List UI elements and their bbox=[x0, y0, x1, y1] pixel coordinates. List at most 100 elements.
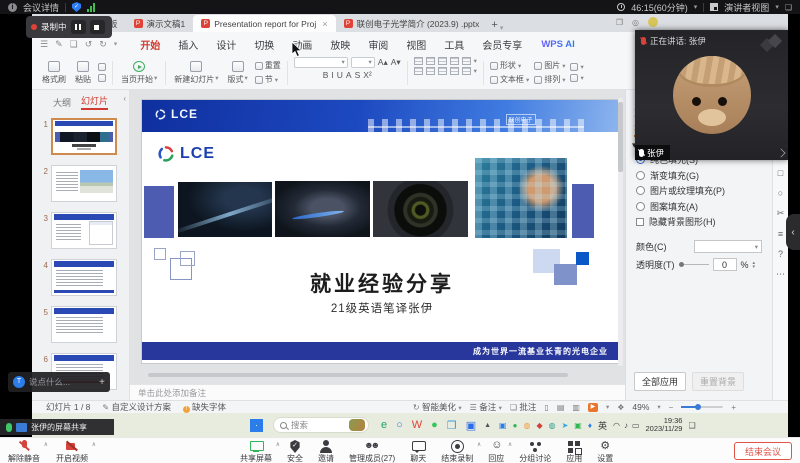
slide-thumbnail[interactable]: 1 bbox=[40, 118, 125, 155]
redo-icon[interactable]: ↻ bbox=[99, 39, 107, 50]
copy-icon[interactable] bbox=[98, 74, 106, 82]
stop-recording-button[interactable] bbox=[90, 20, 105, 34]
increase-font-icon[interactable]: A▴ bbox=[378, 57, 388, 68]
ribbon-tab-审阅[interactable]: 审阅 bbox=[359, 34, 397, 55]
checkbox-icon[interactable] bbox=[636, 218, 644, 226]
play-from-current-button[interactable]: 当页开始▾ bbox=[119, 61, 159, 85]
spinner-icon[interactable]: ▴▾ bbox=[753, 261, 756, 269]
color-select[interactable]: ▾ bbox=[694, 240, 762, 253]
security-shield-icon[interactable]: ✓ bbox=[72, 2, 81, 12]
volume-icon[interactable]: ♪ bbox=[624, 421, 628, 430]
vertical-scrollbar[interactable] bbox=[618, 98, 623, 366]
shapes-button[interactable]: 形状▾ bbox=[490, 60, 529, 71]
notes-button[interactable]: ☰ 备注 ▾ bbox=[470, 401, 502, 413]
slide-thumbnail[interactable]: 2 bbox=[40, 165, 125, 202]
account-avatar[interactable] bbox=[648, 17, 658, 27]
timer-dropdown-icon[interactable]: ▾ bbox=[694, 3, 698, 11]
meeting-apps-button[interactable]: 应用 bbox=[566, 440, 582, 463]
decrease-font-icon[interactable]: A▾ bbox=[391, 57, 401, 68]
save-icon[interactable]: ✎ bbox=[55, 39, 63, 50]
input-method-indicator[interactable]: 英 bbox=[598, 419, 607, 432]
meeting-cam-off-button[interactable]: ∧开启视频 bbox=[56, 440, 88, 463]
justify-icon[interactable] bbox=[450, 67, 459, 75]
meeting-gear-button[interactable]: 设置 bbox=[597, 440, 613, 463]
cut-icon[interactable] bbox=[98, 63, 106, 71]
arrange-button[interactable]: 排列▾ bbox=[534, 74, 565, 85]
view-mode-select[interactable]: 演讲者视图 bbox=[724, 1, 769, 14]
slideshow-dropdown-icon[interactable]: ▾ bbox=[606, 403, 609, 411]
font-style-button[interactable]: U bbox=[337, 70, 343, 80]
columns-icon[interactable] bbox=[462, 67, 471, 75]
fit-window-icon[interactable]: ❖ bbox=[617, 403, 624, 412]
taskbar-app-icon[interactable]: ○ bbox=[396, 419, 403, 431]
align-left-icon[interactable] bbox=[414, 67, 423, 75]
sorter-view-icon[interactable]: ▤ bbox=[557, 403, 565, 412]
meeting-chat-button[interactable]: 聊天 bbox=[410, 440, 426, 463]
panel-strip-icon-6[interactable]: ⋯ bbox=[776, 269, 785, 280]
notes-bar[interactable]: 单击此处添加备注 bbox=[130, 384, 625, 400]
slide-subtitle[interactable]: 21级英语笔译张伊 bbox=[142, 300, 622, 316]
ribbon-tab-开始[interactable]: 开始 bbox=[131, 34, 169, 55]
ribbon-tab-工具[interactable]: 工具 bbox=[435, 34, 473, 55]
slide-thumbnail[interactable]: 4 bbox=[40, 259, 125, 296]
document-tab[interactable]: PPresentation report for Proj× bbox=[193, 15, 335, 32]
zoom-slider[interactable] bbox=[681, 406, 723, 408]
layout-button[interactable]: 版式▾ bbox=[226, 61, 250, 85]
tab-list-dropdown-icon[interactable]: ▾ bbox=[500, 24, 504, 32]
tab-slides[interactable]: 幻灯片 bbox=[81, 94, 108, 110]
menu-icon[interactable]: ☰ bbox=[40, 39, 48, 50]
ribbon-tab-切换[interactable]: 切换 bbox=[245, 34, 283, 55]
meeting-record-button[interactable]: ∧结束录制 bbox=[441, 440, 473, 463]
qa-dropdown-icon[interactable]: ▾ bbox=[114, 40, 118, 48]
indent-icon[interactable] bbox=[450, 57, 459, 65]
fill-color-button[interactable]: ▾ bbox=[570, 63, 583, 71]
panel-strip-icon-2[interactable]: ○ bbox=[778, 188, 783, 198]
wifi-icon[interactable]: ◠ bbox=[613, 421, 620, 430]
meeting-share-screen-button[interactable]: ∧共享屏幕 bbox=[240, 440, 272, 463]
slideshow-button[interactable]: ▶ bbox=[588, 403, 598, 412]
design-scheme-button[interactable]: ✎ 自定义设计方案 bbox=[102, 401, 171, 413]
chat-input-placeholder[interactable]: 说点什么... bbox=[29, 376, 95, 388]
ribbon-tab-视图[interactable]: 视图 bbox=[397, 34, 435, 55]
font-size-select[interactable]: ▾ bbox=[351, 57, 375, 68]
tray-icon[interactable]: ◍ bbox=[523, 421, 530, 430]
slide-title[interactable]: 就业经验分享 bbox=[142, 268, 622, 298]
taskbar-app-icon[interactable]: ● bbox=[431, 419, 438, 431]
resize-handle[interactable] bbox=[776, 148, 785, 157]
font-style-button[interactable]: I bbox=[331, 70, 333, 80]
split-view-icon[interactable]: ❐ bbox=[616, 18, 623, 27]
slide-thumbnail[interactable]: 5 bbox=[40, 306, 125, 343]
collapse-panel-icon[interactable]: ‹ bbox=[123, 94, 126, 103]
line-spacing-icon[interactable] bbox=[462, 57, 471, 65]
meeting-details-link[interactable]: 会议详情 bbox=[23, 1, 59, 14]
align-right-icon[interactable] bbox=[438, 67, 447, 75]
slide-thumbnail[interactable]: 3 bbox=[40, 212, 125, 249]
outdent-icon[interactable] bbox=[438, 57, 447, 65]
chevron-up-icon[interactable]: ∧ bbox=[44, 441, 48, 448]
tray-icon[interactable]: ◍ bbox=[549, 421, 556, 430]
radio-icon[interactable] bbox=[636, 171, 645, 180]
zoom-out-icon[interactable]: − bbox=[669, 403, 674, 412]
taskbar-app-icon[interactable]: ▣ bbox=[466, 419, 476, 432]
notification-center-icon[interactable]: ❑ bbox=[688, 421, 695, 430]
font-style-button[interactable]: S bbox=[355, 70, 361, 80]
panel-strip-icon-4[interactable]: ≡ bbox=[778, 229, 783, 239]
panel-strip-icon-5[interactable]: ? bbox=[778, 249, 783, 259]
align-center-icon[interactable] bbox=[426, 67, 435, 75]
ribbon-tab-设计[interactable]: 设计 bbox=[207, 34, 245, 55]
tray-expand-icon[interactable]: ▲ bbox=[484, 422, 491, 429]
zoom-level[interactable]: 49% bbox=[632, 402, 649, 412]
hide-background-option[interactable]: 隐藏背景图形(H) bbox=[636, 214, 764, 230]
panel-strip-icon-1[interactable]: □ bbox=[778, 168, 783, 178]
panel-strip-icon-3[interactable]: ✂ bbox=[777, 208, 785, 219]
meeting-invite-button[interactable]: 邀请 bbox=[318, 440, 334, 463]
taskbar-app-icon[interactable]: e bbox=[381, 419, 387, 431]
outline-color-button[interactable]: ▾ bbox=[570, 74, 583, 82]
view-dropdown-icon[interactable]: ▾ bbox=[775, 3, 779, 11]
tab-outline[interactable]: 大纲 bbox=[53, 96, 71, 109]
picture-button[interactable]: 图片▾ bbox=[534, 60, 565, 71]
ribbon-tab-会员专享[interactable]: 会员专享 bbox=[473, 34, 531, 55]
format-painter-button[interactable]: 格式刷 bbox=[40, 61, 68, 85]
paste-button[interactable]: 粘贴 bbox=[73, 61, 93, 85]
zoom-in-icon[interactable]: + bbox=[731, 403, 736, 412]
